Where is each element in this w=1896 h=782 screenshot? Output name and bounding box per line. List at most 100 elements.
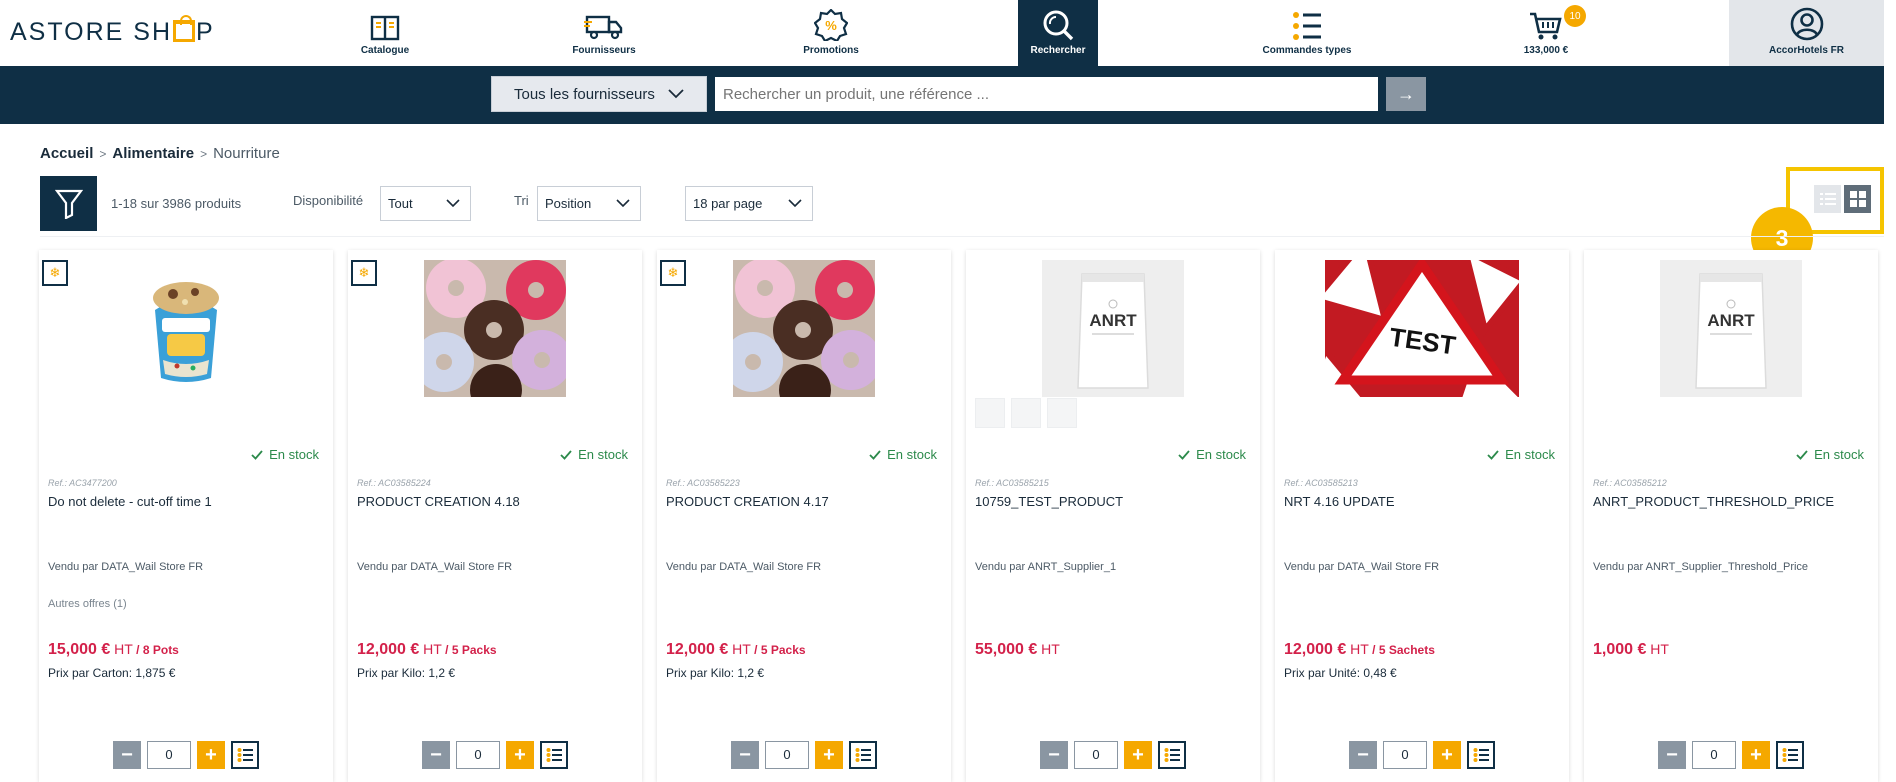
increase-quantity-button[interactable]: + xyxy=(1433,741,1461,769)
unit-price: Prix par Kilo: 1,2 € xyxy=(666,666,765,680)
unit-price: Prix par Carton: 1,875 € xyxy=(48,666,176,680)
nav-rechercher[interactable]: Rechercher xyxy=(1018,0,1098,66)
order-list-icon xyxy=(546,748,562,762)
increase-quantity-button[interactable]: + xyxy=(815,741,843,769)
order-list-icon xyxy=(237,748,253,762)
thumbnail[interactable] xyxy=(975,398,1005,428)
product-vendor[interactable]: Vendu par ANRT_Supplier_1 xyxy=(975,561,1116,573)
breadcrumb-home[interactable]: Accueil xyxy=(40,145,93,162)
list-view-button[interactable] xyxy=(1814,185,1841,213)
add-to-order-list-button[interactable] xyxy=(849,741,877,769)
product-vendor[interactable]: Vendu par DATA_Wail Store FR xyxy=(666,561,821,573)
product-card[interactable]: En stock Ref.: AC03585223 PRODUCT CREATI… xyxy=(657,250,951,782)
list-view-icon xyxy=(1819,193,1836,205)
add-to-order-list-button[interactable] xyxy=(1467,741,1495,769)
order-list-icon xyxy=(1782,748,1798,762)
nav-account[interactable]: AccorHotels FR xyxy=(1729,0,1884,66)
price-unit: / 5 Packs xyxy=(750,643,806,657)
add-to-order-list-button[interactable] xyxy=(1158,741,1186,769)
arrow-right-icon: → xyxy=(1397,83,1415,104)
breadcrumb-category[interactable]: Alimentaire xyxy=(112,145,194,162)
increase-quantity-button[interactable]: + xyxy=(1124,741,1152,769)
logo[interactable]: ASTORE SH P xyxy=(10,15,215,47)
toolbar-divider xyxy=(40,236,1884,237)
decrease-quantity-button[interactable]: − xyxy=(1349,741,1377,769)
nav-commandes-types[interactable]: Commandes types xyxy=(1252,0,1362,66)
product-name[interactable]: ANRT_PRODUCT_THRESHOLD_PRICE xyxy=(1593,494,1834,509)
supplier-select[interactable]: Tous les fournisseurs xyxy=(491,76,707,112)
increase-quantity-button[interactable]: + xyxy=(506,741,534,769)
product-card[interactable]: ANRT En stock Ref.: AC03585215 10759_TES… xyxy=(966,250,1260,782)
stock-label: En stock xyxy=(1505,447,1555,462)
unit-price: Prix par Kilo: 1,2 € xyxy=(357,666,456,680)
product-name[interactable]: PRODUCT CREATION 4.17 xyxy=(666,494,829,509)
add-to-order-list-button[interactable] xyxy=(1776,741,1804,769)
price-ht: HT xyxy=(1346,641,1369,657)
quantity-input[interactable]: 0 xyxy=(1692,741,1736,769)
product-vendor[interactable]: Vendu par DATA_Wail Store FR xyxy=(357,561,512,573)
frozen-snowflake-icon xyxy=(42,260,68,286)
sort-select[interactable]: Position xyxy=(537,186,641,221)
add-to-order-list-button[interactable] xyxy=(231,741,259,769)
filter-button[interactable] xyxy=(40,176,97,231)
product-image[interactable]: TEST xyxy=(1325,260,1519,397)
thumbnail[interactable] xyxy=(1011,398,1041,428)
product-card[interactable]: En stock Ref.: AC03585224 PRODUCT CREATI… xyxy=(348,250,642,782)
pouch-brand-text: ANRT xyxy=(1089,311,1137,330)
decrease-quantity-button[interactable]: − xyxy=(113,741,141,769)
search-submit-button[interactable]: → xyxy=(1386,77,1426,111)
product-image[interactable] xyxy=(424,260,566,397)
add-to-order-list-button[interactable] xyxy=(540,741,568,769)
nav-fournisseurs[interactable]: Fournisseurs xyxy=(554,0,654,66)
stock-status: En stock xyxy=(251,447,319,462)
product-name[interactable]: Do not delete - cut-off time 1 xyxy=(48,494,212,509)
product-price: 12,000 € HT / 5 Packs xyxy=(666,641,806,659)
product-name[interactable]: NRT 4.16 UPDATE xyxy=(1284,494,1395,509)
product-vendor[interactable]: Vendu par DATA_Wail Store FR xyxy=(48,561,203,573)
product-ref: Ref.: AC03585215 xyxy=(975,478,1049,488)
decrease-quantity-button[interactable]: − xyxy=(731,741,759,769)
product-image[interactable] xyxy=(115,260,257,397)
quantity-input[interactable]: 0 xyxy=(147,741,191,769)
product-image[interactable]: ANRT xyxy=(1660,260,1802,397)
thumbnail[interactable] xyxy=(1047,398,1077,428)
product-name[interactable]: PRODUCT CREATION 4.18 xyxy=(357,494,520,509)
decrease-quantity-button[interactable]: − xyxy=(1658,741,1686,769)
product-vendor[interactable]: Vendu par DATA_Wail Store FR xyxy=(1284,561,1439,573)
product-name[interactable]: 10759_TEST_PRODUCT xyxy=(975,494,1123,509)
quantity-input[interactable]: 0 xyxy=(1383,741,1427,769)
quantity-input[interactable]: 0 xyxy=(1074,741,1118,769)
nav-catalogue[interactable]: Catalogue xyxy=(338,0,432,66)
product-card[interactable]: TEST En stock Ref.: AC03585213 NRT 4.16 … xyxy=(1275,250,1569,782)
per-page-select[interactable]: 18 par page xyxy=(685,186,813,221)
increase-quantity-button[interactable]: + xyxy=(1742,741,1770,769)
product-card[interactable]: En stock Ref.: AC3477200 Do not delete -… xyxy=(39,250,333,782)
decrease-quantity-button[interactable]: − xyxy=(1040,741,1068,769)
product-image[interactable] xyxy=(733,260,875,397)
availability-select[interactable]: Tout xyxy=(380,186,471,221)
price-amount: 15,000 € xyxy=(48,641,111,658)
price-unit: / 5 Sachets xyxy=(1368,643,1435,657)
check-icon xyxy=(1178,449,1190,460)
nav-fournisseurs-label: Fournisseurs xyxy=(572,45,636,56)
product-vendor[interactable]: Vendu par ANRT_Supplier_Threshold_Price xyxy=(1593,561,1808,573)
stock-label: En stock xyxy=(1814,447,1864,462)
other-offers-link[interactable]: Autres offres (1) xyxy=(48,598,127,610)
nav-promotions[interactable]: % Promotions xyxy=(784,0,878,66)
breadcrumb: Accueil > Alimentaire > Nourriture xyxy=(40,145,280,162)
stock-label: En stock xyxy=(269,447,319,462)
grid-view-button[interactable] xyxy=(1844,185,1871,213)
search-input[interactable] xyxy=(715,77,1378,111)
increase-quantity-button[interactable]: + xyxy=(197,741,225,769)
quantity-stepper: − 0 + xyxy=(1040,741,1186,769)
decrease-quantity-button[interactable]: − xyxy=(422,741,450,769)
quantity-input[interactable]: 0 xyxy=(765,741,809,769)
nav-commandes-types-label: Commandes types xyxy=(1262,45,1352,56)
product-image[interactable]: ANRT xyxy=(1042,260,1184,397)
check-icon xyxy=(560,449,572,460)
price-ht: HT xyxy=(110,641,133,657)
quantity-input[interactable]: 0 xyxy=(456,741,500,769)
breadcrumb-separator: > xyxy=(99,146,107,161)
product-card[interactable]: ANRT En stock Ref.: AC03585212 ANRT_PROD… xyxy=(1584,250,1878,782)
nav-cart[interactable]: 133,000 € 10 xyxy=(1508,0,1586,66)
